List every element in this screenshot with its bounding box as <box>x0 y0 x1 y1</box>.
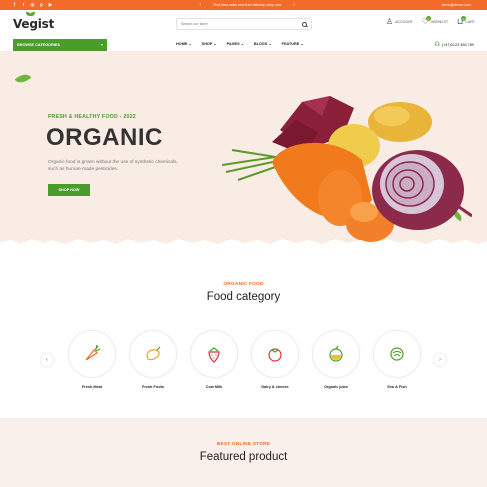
menu-item-shop[interactable]: SHOP ⌄ <box>202 41 217 46</box>
category-label: Fresh Meat <box>81 385 103 389</box>
category-item[interactable]: Fresh Meat <box>67 330 117 389</box>
category-circle[interactable] <box>190 330 238 378</box>
category-carousel: Fresh Meat Fresh Fruits Cow Milk Dairy &… <box>67 330 422 389</box>
cart-count-badge: 0 <box>461 16 467 21</box>
category-circle[interactable] <box>312 330 360 378</box>
hero-title: ORGANIC <box>46 124 163 151</box>
mango-icon <box>146 346 161 361</box>
category-title: Food category <box>206 291 281 303</box>
lemon-icon <box>329 345 343 362</box>
wishlist-label: WISHLIST <box>431 20 449 24</box>
wishlist-count-badge: 0 <box>425 16 431 21</box>
header: Vegist ♙ ACCOUNT ♡ 0 WISHLIST ⊔ 0 CART <box>0 10 487 38</box>
cart-label: CART <box>465 20 475 24</box>
leaf-decoration-icon <box>14 70 32 87</box>
category-subtitle: ORGANIC FOOD <box>223 282 264 287</box>
category-item[interactable]: Dairy & cheese <box>250 330 300 389</box>
youtube-icon[interactable]: ▶ <box>48 2 53 8</box>
menu-item-label: HOME <box>176 42 188 46</box>
chevron-down-icon: ⌄ <box>213 42 217 46</box>
menu-item-label: BLOGS <box>253 42 268 46</box>
category-item[interactable]: Organic juice <box>311 330 361 389</box>
menu-item-home[interactable]: HOME ⌄ <box>176 41 192 46</box>
account-link[interactable]: ♙ ACCOUNT <box>386 18 413 26</box>
menu-item-blogs[interactable]: BLOGS ⌄ <box>254 41 272 46</box>
category-circle[interactable] <box>251 330 299 378</box>
menu-item-label: FEATURE <box>281 42 300 46</box>
headset-icon: ☊ <box>434 42 440 48</box>
chevron-down-icon: ⌄ <box>188 42 192 46</box>
search-icon[interactable] <box>302 21 307 27</box>
page: f t ◎ p ▶ ‹ First time order and free de… <box>0 0 487 487</box>
chevron-right-icon: › <box>439 357 441 363</box>
featured-subtitle: BEST ONLINE STORE <box>216 442 271 447</box>
category-label: Fresh Fruits <box>142 385 164 389</box>
menu-item-feature[interactable]: FEATURE ⌄ <box>282 41 304 46</box>
search-bar <box>176 18 312 30</box>
strawberry-icon <box>208 347 220 363</box>
category-label: Organic juice <box>323 385 349 389</box>
top-bar: f t ◎ p ▶ ‹ First time order and free de… <box>0 0 487 10</box>
tomato-icon <box>268 348 282 362</box>
chevron-down-icon: ⌄ <box>240 42 244 46</box>
facebook-icon[interactable]: f <box>12 2 17 8</box>
social-links: f t ◎ p ▶ <box>12 2 53 8</box>
navigation-row: BROWSE CATEGORIES ≡ HOME ⌄ SHOP ⌄ PAGES … <box>0 38 487 52</box>
search-input[interactable] <box>181 22 291 26</box>
menu-item-label: PAGES <box>226 42 240 46</box>
category-circle[interactable] <box>129 330 177 378</box>
promo-next-icon[interactable]: › <box>293 2 295 8</box>
menu-item-label: SHOP <box>201 42 213 46</box>
hero-tagline: FRESH & HEALTHY FOOD - 2022 <box>48 114 136 120</box>
logo[interactable]: Vegist <box>13 12 55 31</box>
featured-section: BEST ONLINE STORE Featured product <box>0 418 487 487</box>
category-next-button[interactable]: › <box>434 354 446 366</box>
category-item[interactable]: Fresh Fruits <box>128 330 178 389</box>
header-actions: ♙ ACCOUNT ♡ 0 WISHLIST ⊔ 0 CART <box>386 16 475 26</box>
shop-now-button[interactable]: SHOP NOW <box>48 184 90 196</box>
promo-prev-icon[interactable]: ‹ <box>200 2 202 8</box>
cabbage-icon <box>390 347 404 361</box>
browse-categories-button[interactable]: BROWSE CATEGORIES ≡ <box>13 38 107 51</box>
twitter-icon[interactable]: t <box>21 2 26 8</box>
menu-item-pages[interactable]: PAGES ⌄ <box>227 41 244 46</box>
category-circle[interactable] <box>373 330 421 378</box>
hero-vegetables-image <box>222 96 472 242</box>
account-label: ACCOUNT <box>395 20 413 24</box>
category-item[interactable]: Sea & Fish <box>372 330 422 389</box>
contact-email[interactable]: demo@demo.com <box>442 3 471 7</box>
promo-slider: ‹ First time order and free delivery sho… <box>200 2 295 8</box>
promo-text: First time order and free delivery shop … <box>213 3 282 7</box>
cart-link[interactable]: ⊔ 0 CART <box>457 16 475 26</box>
wishlist-link[interactable]: ♡ 0 WISHLIST <box>422 16 449 26</box>
chevron-down-icon: ⌄ <box>268 42 272 46</box>
carrot-icon <box>85 344 101 361</box>
browse-categories-label: BROWSE CATEGORIES <box>17 42 60 47</box>
hero-description: Organic food is grown without the use of… <box>48 160 178 172</box>
instagram-icon[interactable]: ◎ <box>30 2 35 8</box>
category-label: Cow Milk <box>205 385 223 389</box>
category-label: Sea & Fish <box>387 385 407 389</box>
menu-icon: ≡ <box>100 42 103 47</box>
logo-leaf-icon <box>30 12 35 16</box>
logo-text: Vegist <box>13 17 55 31</box>
category-item[interactable]: Cow Milk <box>189 330 239 389</box>
category-circle[interactable] <box>68 330 116 378</box>
torn-paper-edge <box>0 239 487 247</box>
user-icon: ♙ <box>385 17 394 26</box>
red-onion-image <box>372 150 472 230</box>
hero-banner: FRESH & HEALTHY FOOD - 2022 ORGANIC Orga… <box>0 52 487 247</box>
category-label: Dairy & cheese <box>261 385 289 389</box>
chevron-left-icon: ‹ <box>46 357 48 363</box>
pinterest-icon[interactable]: p <box>39 2 44 8</box>
category-prev-button[interactable]: ‹ <box>41 354 53 366</box>
phone-contact[interactable]: ☊ (+47)0123 456 789 <box>434 41 474 48</box>
chevron-down-icon: ⌄ <box>300 42 304 46</box>
main-menu: HOME ⌄ SHOP ⌄ PAGES ⌄ BLOGS ⌄ FEATURE ⌄ <box>176 41 304 46</box>
phone-number: (+47)0123 456 789 <box>441 42 474 47</box>
featured-title: Featured product <box>199 451 288 463</box>
